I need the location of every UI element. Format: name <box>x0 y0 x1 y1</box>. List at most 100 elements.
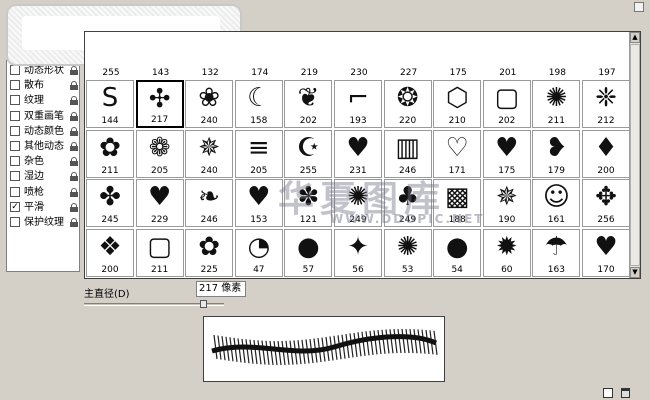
scroll-thumb[interactable] <box>630 44 640 266</box>
brush-tip-icon: ♥ <box>495 132 519 163</box>
brush-preset-cell[interactable]: ⬡ 210 <box>433 80 482 128</box>
brush-preset-cell[interactable]: ❧ 246 <box>185 179 234 227</box>
brush-tip-icon: ♡ <box>445 132 469 163</box>
brush-preset-cell[interactable]: ❂ 220 <box>383 80 432 128</box>
lock-icon[interactable] <box>70 66 78 75</box>
brush-preset-cell[interactable]: ≡ 205 <box>234 129 283 178</box>
brush-tip-icon: ❂ <box>396 83 419 113</box>
brush-size-label: 161 <box>547 215 565 225</box>
brush-preset-cell[interactable]: ☾ 158 <box>234 80 283 128</box>
option-checkbox[interactable] <box>10 65 20 75</box>
brush-preset-cell[interactable]: ✣ 217 <box>135 80 184 128</box>
brush-preset-cell[interactable]: ♥ 170 <box>582 228 630 277</box>
option-row[interactable]: 双重画笔 <box>10 110 78 123</box>
brush-preset-cell[interactable]: ❥ 179 <box>532 129 581 178</box>
brush-preset-cell[interactable]: ❈ 212 <box>582 80 630 128</box>
brush-tip-icon: ▥ <box>395 132 420 163</box>
brush-preset-cell[interactable]: ▢ 202 <box>482 80 531 128</box>
watermark-url: WWW.DDOPIC.NET <box>330 212 485 226</box>
brush-preset-cell[interactable]: ● 54 <box>433 228 482 277</box>
lock-icon[interactable] <box>70 81 78 91</box>
trash-icon[interactable] <box>621 388 630 398</box>
brush-preset-cell[interactable]: ❁ 205 <box>135 129 184 178</box>
lock-icon[interactable] <box>70 157 78 167</box>
brush-preset-cell[interactable]: ☂ 163 <box>532 228 581 277</box>
brush-preset-cell[interactable]: ❀ 240 <box>185 80 234 128</box>
brush-preset-cell[interactable]: ▢ 211 <box>135 228 184 277</box>
grid-scrollbar[interactable]: ▲ ▼ <box>629 32 640 278</box>
brush-preset-cell[interactable]: ♥ 175 <box>482 129 531 178</box>
brush-preset-cell[interactable]: ✵ 190 <box>482 179 531 227</box>
option-row[interactable]: 保护纹理 <box>10 216 78 229</box>
brush-size-label: 202 <box>299 116 317 126</box>
brush-preset-cell[interactable]: ☺ 161 <box>532 179 581 227</box>
brush-size-label: 200 <box>101 264 119 275</box>
option-row[interactable]: 喷枪 <box>10 186 78 199</box>
brush-preset-cell[interactable]: ✦ 56 <box>334 228 382 277</box>
diameter-input[interactable]: 217 像素 <box>196 281 246 297</box>
brush-size-label: 205 <box>250 165 268 176</box>
brush-preset-cell[interactable]: ✤ 245 <box>86 179 134 227</box>
option-checkbox[interactable] <box>10 110 20 121</box>
lock-icon[interactable] <box>70 218 78 227</box>
top-row-size-label: 174 <box>251 68 269 78</box>
brush-preset-cell[interactable]: ✿ 225 <box>185 228 234 277</box>
option-row[interactable]: 湿边 <box>10 170 78 183</box>
brush-preset-cell[interactable]: ♦ 200 <box>582 129 630 178</box>
brush-preset-cell[interactable]: ♥ 229 <box>135 179 184 227</box>
brush-preset-cell[interactable]: ❦ 202 <box>284 80 333 128</box>
lock-icon[interactable] <box>70 187 78 197</box>
brush-preset-cell[interactable]: ✿ 211 <box>86 129 134 178</box>
option-checkbox[interactable] <box>10 156 20 167</box>
lock-icon[interactable] <box>70 126 78 136</box>
option-label: 动态颜色 <box>24 125 64 137</box>
option-checkbox[interactable] <box>10 141 20 151</box>
brush-tip-icon: ✿ <box>99 132 121 163</box>
brush-preset-cell[interactable]: ● 57 <box>284 228 333 277</box>
option-checkbox[interactable] <box>10 171 20 182</box>
scroll-up-button[interactable]: ▲ <box>630 32 640 43</box>
brush-preset-cell[interactable]: ✥ 256 <box>582 179 630 227</box>
option-checkbox[interactable] <box>10 217 20 227</box>
top-row-size-label: 175 <box>449 68 467 78</box>
brush-preset-cell[interactable]: ❖ 200 <box>86 228 134 277</box>
brush-size-label: 211 <box>547 116 565 126</box>
brush-preset-cell[interactable]: ✺ 53 <box>383 228 432 277</box>
panel-menu-icon[interactable] <box>634 2 644 12</box>
brush-preset-cell[interactable]: ⌐ 193 <box>334 80 382 128</box>
brush-preset-cell[interactable]: ✺ 211 <box>532 80 581 128</box>
brush-tip-icon: ● <box>297 231 320 262</box>
lock-icon[interactable] <box>70 111 78 121</box>
top-row-size-label: 230 <box>350 68 368 78</box>
brush-preset-cell[interactable]: ✹ 60 <box>482 228 531 277</box>
option-row[interactable]: 纹理 <box>10 94 78 107</box>
brush-preset-cell[interactable]: ♥ 153 <box>234 179 283 227</box>
option-row[interactable]: 其他动态 <box>10 140 78 153</box>
lock-icon[interactable] <box>70 96 78 106</box>
lock-icon[interactable] <box>70 202 78 212</box>
lock-icon[interactable] <box>70 142 78 151</box>
stroke-core <box>211 334 438 354</box>
brush-preset-cell[interactable]: ✵ 240 <box>185 129 234 178</box>
brush-preset-cell[interactable]: ◔ 47 <box>234 228 283 277</box>
option-row[interactable]: 杂色 <box>10 155 78 168</box>
option-checkbox[interactable]: ✓ <box>10 201 20 212</box>
option-row[interactable]: ✓ 平滑 <box>10 201 78 214</box>
diameter-slider-thumb[interactable] <box>200 300 207 308</box>
lock-icon[interactable] <box>70 172 78 182</box>
brush-preset-cell[interactable]: S 144 <box>86 80 134 128</box>
option-checkbox[interactable] <box>10 186 20 197</box>
brush-tip-icon: S <box>101 83 119 113</box>
option-row[interactable]: 散布 <box>10 79 78 92</box>
option-checkbox[interactable] <box>10 95 20 106</box>
new-brush-icon[interactable] <box>603 388 613 398</box>
brush-tip-icon: ✦ <box>347 231 369 262</box>
scroll-down-button[interactable]: ▼ <box>630 267 640 278</box>
option-checkbox[interactable] <box>10 80 20 91</box>
brush-size-label: 205 <box>151 165 169 176</box>
brush-tip-icon: ☾ <box>247 83 271 113</box>
brush-size-label: 163 <box>547 264 565 275</box>
brush-tip-icon: ♥ <box>594 231 618 262</box>
option-checkbox[interactable] <box>10 125 20 136</box>
option-row[interactable]: 动态颜色 <box>10 125 78 138</box>
